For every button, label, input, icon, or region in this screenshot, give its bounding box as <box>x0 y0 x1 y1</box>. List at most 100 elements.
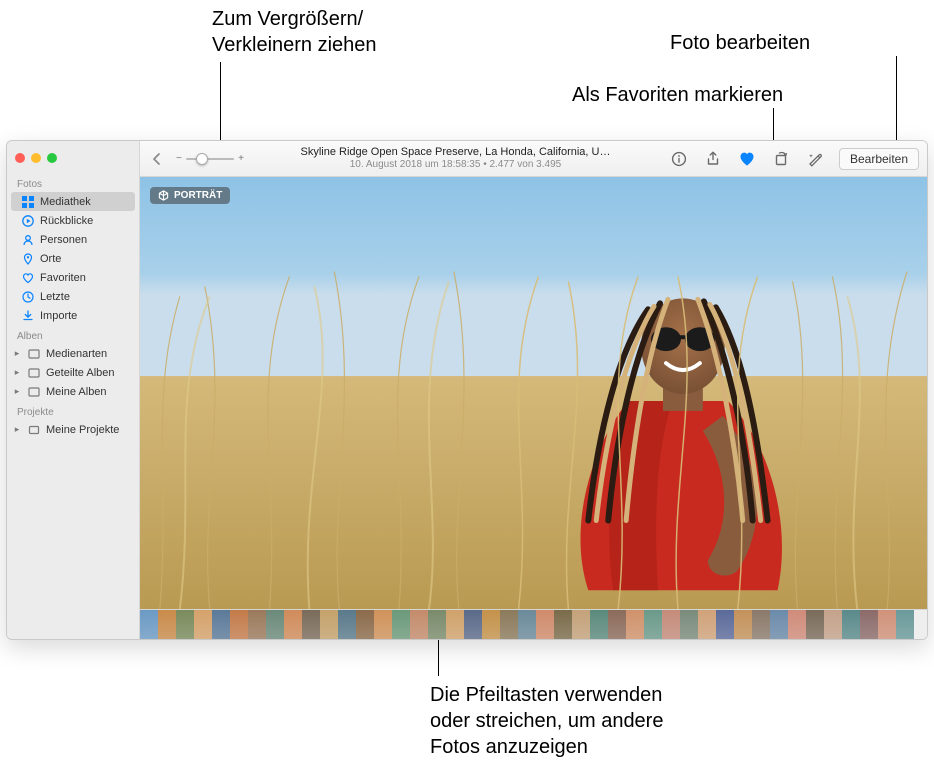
filmstrip-thumb[interactable] <box>662 610 680 639</box>
chevron-right-icon: ▸ <box>13 424 21 435</box>
sidebar-item-library[interactable]: Mediathek <box>11 192 135 211</box>
filmstrip-thumb[interactable] <box>536 610 554 639</box>
filmstrip-thumb[interactable] <box>878 610 896 639</box>
sidebar-item-people[interactable]: Personen <box>7 230 139 249</box>
filmstrip-thumb[interactable] <box>572 610 590 639</box>
sidebar-item-mediatypes[interactable]: ▸ Medienarten <box>7 344 139 363</box>
sidebar-item-favorites[interactable]: Favoriten <box>7 268 139 287</box>
sidebar-item-myalbums[interactable]: ▸ Meine Alben <box>7 382 139 401</box>
zoom-in-icon: + <box>238 153 244 164</box>
filmstrip-thumb[interactable] <box>752 610 770 639</box>
filmstrip-thumb[interactable] <box>842 610 860 639</box>
sidebar-item-sharedalbums[interactable]: ▸ Geteilte Alben <box>7 363 139 382</box>
filmstrip-thumb[interactable] <box>518 610 536 639</box>
filmstrip-thumb[interactable] <box>626 610 644 639</box>
filmstrip-thumb[interactable] <box>302 610 320 639</box>
filmstrip-thumb[interactable] <box>464 610 482 639</box>
chevron-right-icon: ▸ <box>13 367 21 378</box>
filmstrip-thumb[interactable] <box>446 610 464 639</box>
play-icon <box>21 214 34 227</box>
filmstrip-thumb[interactable] <box>698 610 716 639</box>
edit-button[interactable]: Bearbeiten <box>839 148 919 170</box>
sidebar-item-label: Geteilte Alben <box>46 367 115 379</box>
person-icon <box>21 233 34 246</box>
main-content: − + Skyline Ridge Open Space Preserve, L… <box>140 141 927 639</box>
photo-title-block: Skyline Ridge Open Space Preserve, La Ho… <box>300 146 610 170</box>
sidebar-item-label: Personen <box>40 234 87 246</box>
sidebar-item-imports[interactable]: Importe <box>7 306 139 325</box>
filmstrip-thumb[interactable] <box>230 610 248 639</box>
filmstrip-thumb[interactable] <box>338 610 356 639</box>
minimize-window-button[interactable] <box>31 153 41 163</box>
filmstrip-thumb[interactable] <box>860 610 878 639</box>
portrait-badge: PORTRÄT <box>150 187 230 204</box>
heart-icon <box>21 271 34 284</box>
filmstrip-thumb[interactable] <box>500 610 518 639</box>
filmstrip-thumb[interactable] <box>680 610 698 639</box>
sidebar-item-places[interactable]: Orte <box>7 249 139 268</box>
callout-line <box>896 56 897 144</box>
filmstrip-thumb[interactable] <box>896 610 914 639</box>
filmstrip-thumb[interactable] <box>410 610 428 639</box>
filmstrip-thumb[interactable] <box>356 610 374 639</box>
sidebar-item-label: Favoriten <box>40 272 86 284</box>
grid-icon <box>21 195 34 208</box>
filmstrip-thumb[interactable] <box>194 610 212 639</box>
filmstrip-thumb[interactable] <box>788 610 806 639</box>
info-button[interactable] <box>667 147 691 171</box>
favorite-button[interactable] <box>735 147 759 171</box>
filmstrip-thumb[interactable] <box>644 610 662 639</box>
filmstrip-thumb[interactable] <box>320 610 338 639</box>
download-icon <box>21 309 34 322</box>
filmstrip-thumb[interactable] <box>428 610 446 639</box>
sidebar: Fotos Mediathek Rückblicke Personen Orte… <box>7 141 140 639</box>
enhance-button[interactable] <box>803 147 827 171</box>
fullscreen-window-button[interactable] <box>47 153 57 163</box>
album-icon <box>27 385 40 398</box>
zoom-track[interactable] <box>186 158 234 160</box>
sidebar-item-label: Meine Projekte <box>46 424 119 436</box>
back-button[interactable] <box>148 150 166 168</box>
pin-icon <box>21 252 34 265</box>
filmstrip-thumb[interactable] <box>392 610 410 639</box>
filmstrip-thumb[interactable] <box>212 610 230 639</box>
zoom-slider[interactable]: − + <box>176 153 244 164</box>
sidebar-item-recents[interactable]: Letzte <box>7 287 139 306</box>
filmstrip-thumb[interactable] <box>554 610 572 639</box>
callout-filmstrip: Die Pfeiltasten verwenden oder streichen… <box>430 682 663 760</box>
filmstrip-thumb[interactable] <box>284 610 302 639</box>
album-icon <box>27 366 40 379</box>
filmstrip-thumb[interactable] <box>734 610 752 639</box>
album-icon <box>27 347 40 360</box>
filmstrip-thumb[interactable] <box>806 610 824 639</box>
filmstrip-thumb[interactable] <box>608 610 626 639</box>
sidebar-item-label: Mediathek <box>40 196 91 208</box>
filmstrip-thumb[interactable] <box>176 610 194 639</box>
filmstrip-thumb[interactable] <box>248 610 266 639</box>
filmstrip-thumb[interactable] <box>374 610 392 639</box>
photo-viewer[interactable]: PORTRÄT <box>140 177 927 609</box>
filmstrip-thumb[interactable] <box>590 610 608 639</box>
share-button[interactable] <box>701 147 725 171</box>
filmstrip-thumb[interactable] <box>158 610 176 639</box>
zoom-out-icon: − <box>176 153 182 164</box>
rotate-button[interactable] <box>769 147 793 171</box>
filmstrip-thumb[interactable] <box>770 610 788 639</box>
chevron-right-icon: ▸ <box>13 386 21 397</box>
clock-icon <box>21 290 34 303</box>
filmstrip-thumb[interactable] <box>140 610 158 639</box>
close-window-button[interactable] <box>15 153 25 163</box>
filmstrip-thumb[interactable] <box>824 610 842 639</box>
filmstrip-thumb[interactable] <box>716 610 734 639</box>
filmstrip-thumb[interactable] <box>482 610 500 639</box>
zoom-thumb[interactable] <box>196 153 208 165</box>
callout-zoom: Zum Vergrößern/ Verkleinern ziehen <box>212 6 377 58</box>
filmstrip-thumb[interactable] <box>266 610 284 639</box>
project-icon <box>27 423 40 436</box>
thumbnail-filmstrip[interactable] <box>140 609 927 639</box>
callout-line <box>438 640 439 676</box>
callout-edit: Foto bearbeiten <box>670 30 810 56</box>
sidebar-item-memories[interactable]: Rückblicke <box>7 211 139 230</box>
sidebar-item-myprojects[interactable]: ▸ Meine Projekte <box>7 420 139 439</box>
photo-subtitle: 10. August 2018 um 18:58:35 • 2.477 von … <box>300 159 610 171</box>
